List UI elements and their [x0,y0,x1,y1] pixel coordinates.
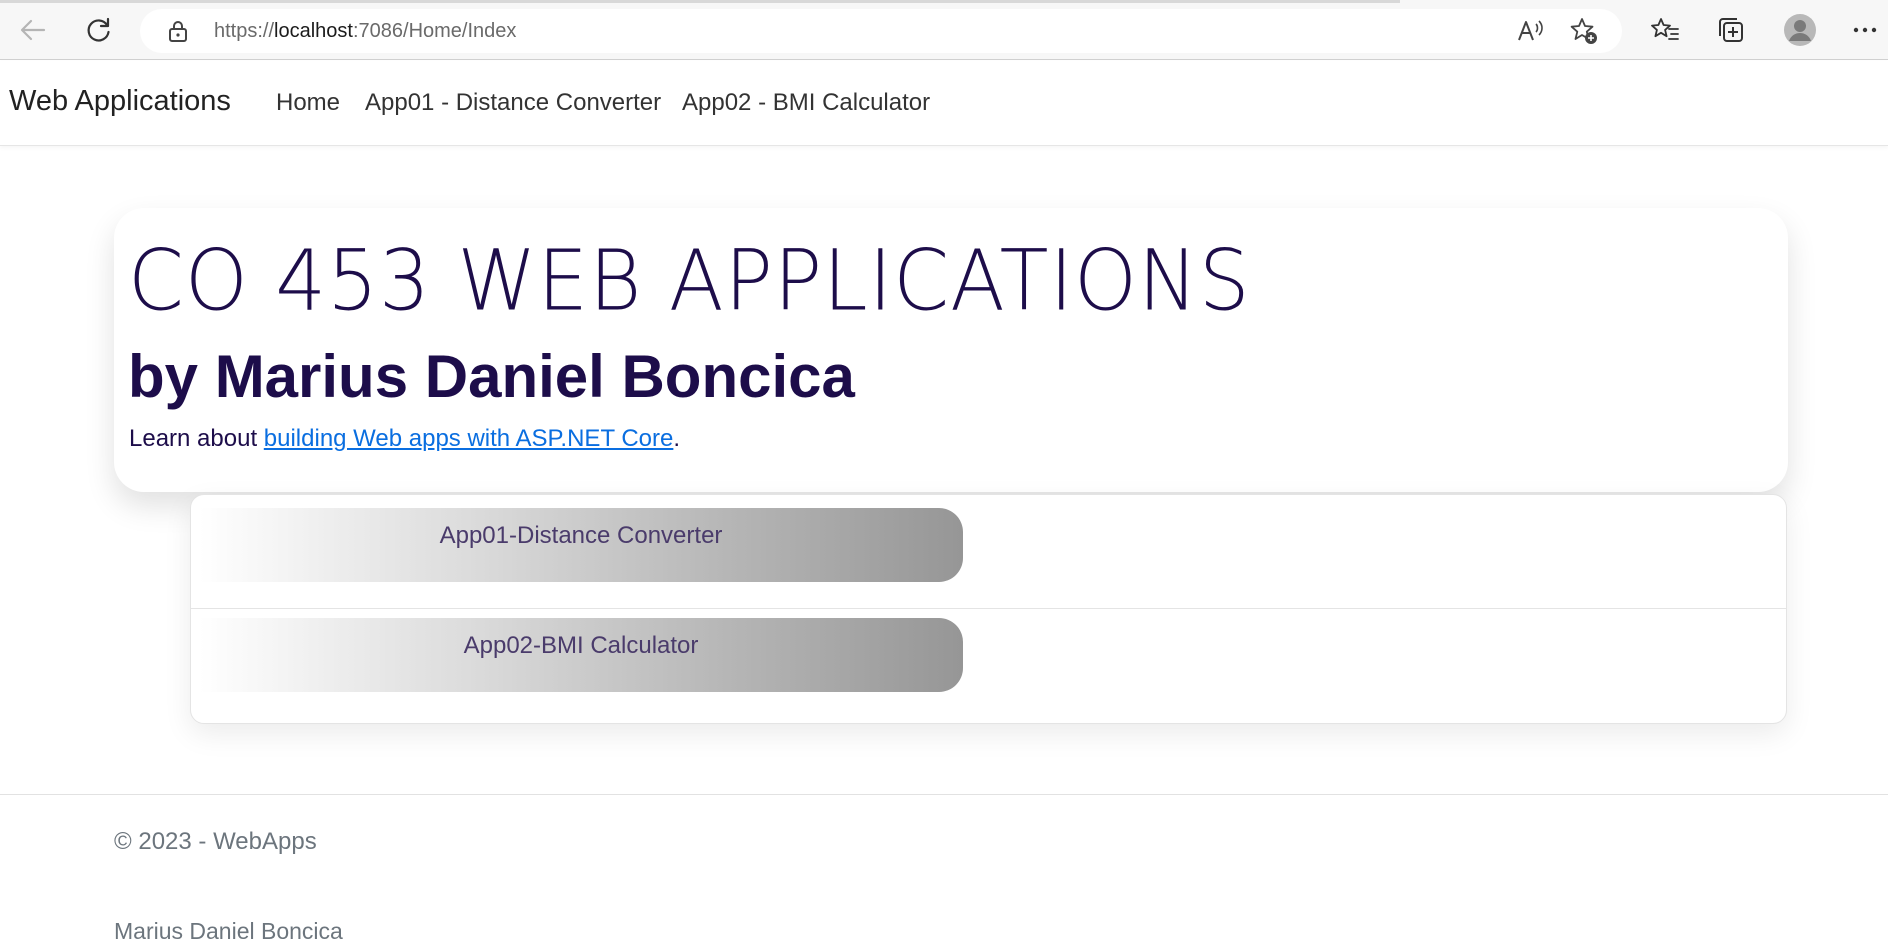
author-subtitle: by Marius Daniel Boncica [128,343,855,410]
read-aloud-icon [1516,18,1544,44]
footer-author: Marius Daniel Boncica [114,918,343,944]
star-add-icon [1569,16,1599,46]
avatar-icon [1783,13,1817,47]
favorites-button[interactable] [1645,10,1685,50]
nav-link-home[interactable]: Home [276,89,340,117]
list-item: App01-Distance Converter [191,495,1786,609]
address-bar[interactable]: https://localhost:7086/Home/Index [140,9,1622,53]
navbar-brand[interactable]: Web Applications [9,85,231,118]
refresh-button[interactable] [79,10,119,50]
profile-button[interactable] [1780,10,1820,50]
bmi-calculator-label: App02-BMI Calculator [463,632,699,659]
nav-link-bmi-calculator[interactable]: App02 - BMI Calculator [682,89,930,117]
learn-prefix: Learn about [129,425,264,452]
bmi-calculator-button[interactable]: App02-BMI Calculator [199,618,963,692]
refresh-icon [86,17,112,43]
back-button[interactable] [13,10,53,50]
site-navbar: Web Applications Home App01 - Distance C… [0,61,1888,146]
read-aloud-button[interactable] [1510,11,1550,51]
copyright-text: © 2023 - WebApps [114,828,317,855]
learn-about-text: Learn about building Web apps with ASP.N… [129,425,680,453]
url-path: :7086/Home/Index [352,20,517,42]
distance-converter-button[interactable]: App01-Distance Converter [199,508,963,582]
favorites-icon [1650,16,1680,44]
url-text[interactable]: https://localhost:7086/Home/Index [214,20,516,43]
collections-icon [1717,16,1745,44]
url-scheme: https:// [214,20,275,42]
browser-toolbar: https://localhost:7086/Home/Index [0,0,1888,60]
app-list: App01-Distance Converter App02-BMI Calcu… [190,494,1787,724]
aspnet-docs-link[interactable]: building Web apps with ASP.NET Core [264,425,674,452]
more-options-button[interactable] [1845,10,1885,50]
url-host: localhost [274,20,353,42]
ellipsis-icon [1853,27,1877,33]
distance-converter-label: App01-Distance Converter [439,522,723,549]
learn-suffix: . [673,425,681,452]
back-arrow-icon [20,19,46,41]
page-footer: © 2023 - WebApps Marius Daniel Boncica [0,794,1888,947]
page-title: CO 453 WEB APPLICATIONS [128,232,1251,330]
nav-link-distance-converter[interactable]: App01 - Distance Converter [365,89,661,117]
list-item: App02-BMI Calculator [191,610,1786,724]
add-favorite-button[interactable] [1564,11,1604,51]
collections-button[interactable] [1711,10,1751,50]
hero-card: CO 453 WEB APPLICATIONS by Marius Daniel… [114,208,1788,492]
lock-icon[interactable] [168,20,188,47]
loading-indicator [0,0,1400,3]
